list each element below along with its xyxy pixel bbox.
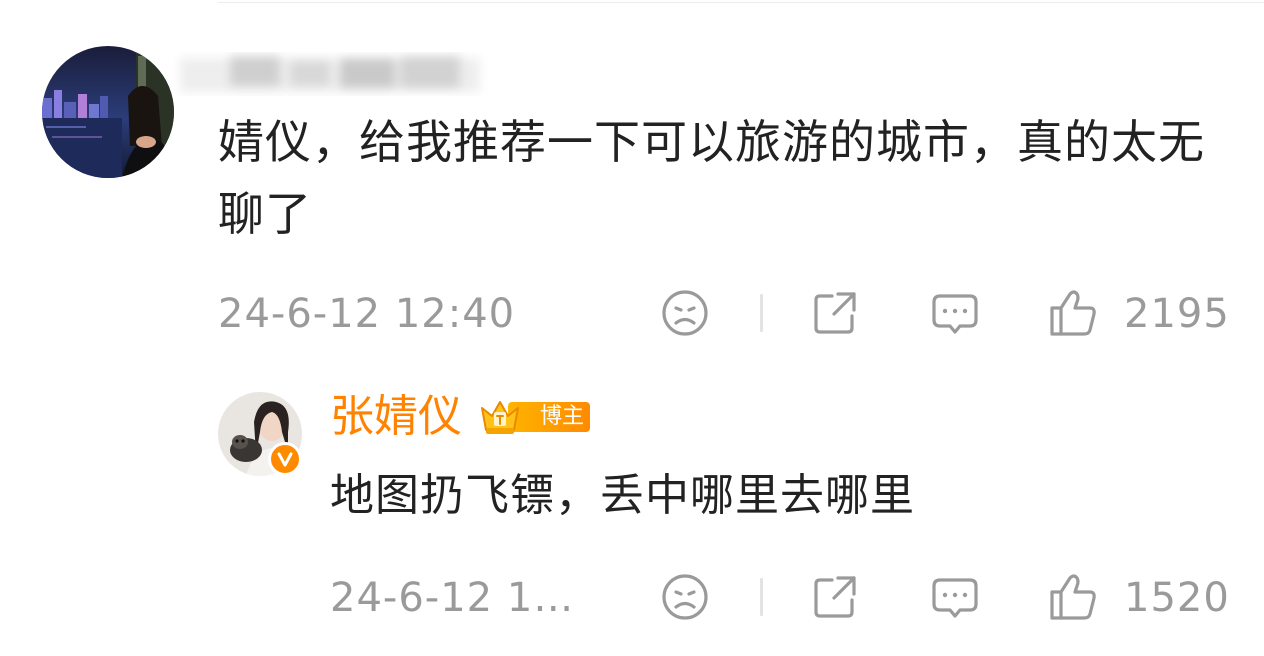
username-redacted (170, 38, 500, 108)
top-divider (218, 2, 1264, 3)
commenter-avatar[interactable] (42, 46, 174, 178)
crown-icon (478, 396, 534, 438)
action-divider (760, 578, 763, 616)
reply-author-name[interactable]: 张婧仪 (330, 390, 462, 444)
blogger-badge: 博主 (478, 396, 592, 438)
action-divider (760, 294, 763, 332)
thumbs-up-icon[interactable] (1048, 572, 1098, 622)
thumbs-up-icon[interactable] (1048, 288, 1098, 338)
blogger-badge-label: 博主 (539, 404, 584, 429)
sad-face-icon[interactable] (660, 572, 710, 622)
reply-text: 地图扔飞镖，丢中哪里去哪里 (330, 470, 915, 521)
reply-action-row: 24-6-12 1… 1520 (0, 568, 1264, 628)
comment-timestamp: 24-6-12 12:40 (218, 291, 516, 337)
reply-timestamp: 24-6-12 1… (330, 575, 575, 621)
sad-face-icon[interactable] (660, 288, 710, 338)
comment-bubble-icon[interactable] (930, 288, 980, 338)
comment-thread: 婧仪，给我推荐一下可以旅游的城市，真的太无聊了 24-6-12 12:40 21… (0, 0, 1264, 656)
share-icon[interactable] (810, 572, 860, 622)
comment-like-count: 2195 (1124, 291, 1230, 337)
comment-action-row: 24-6-12 12:40 2195 (0, 284, 1264, 344)
comment-text: 婧仪，给我推荐一下可以旅游的城市，真的太无聊了 (218, 115, 1205, 241)
verified-v-icon (268, 442, 302, 476)
comment-bubble-icon[interactable] (930, 572, 980, 622)
reply-like-count: 1520 (1124, 575, 1230, 621)
share-icon[interactable] (810, 288, 860, 338)
